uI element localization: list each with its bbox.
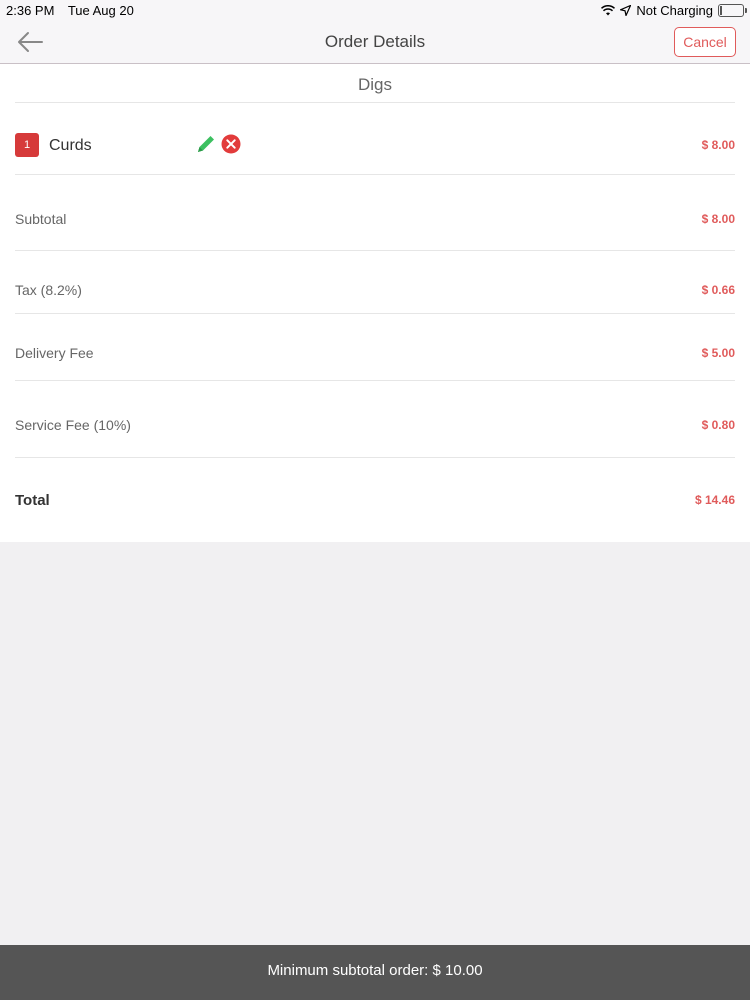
status-bar: 2:36 PM Tue Aug 20 Not Charging bbox=[0, 0, 750, 22]
tax-value: $ 0.66 bbox=[701, 283, 735, 297]
quantity-badge: 1 bbox=[15, 133, 39, 157]
item-name: Curds bbox=[49, 137, 92, 154]
delivery-fee-row: Delivery Fee $ 5.00 bbox=[15, 314, 735, 381]
cancel-button[interactable]: Cancel bbox=[674, 27, 736, 57]
subtotal-row: Subtotal $ 8.00 bbox=[15, 175, 735, 251]
battery-icon bbox=[718, 4, 747, 17]
charging-status: Not Charging bbox=[636, 3, 713, 18]
service-fee-value: $ 0.80 bbox=[701, 418, 735, 432]
delivery-fee-value: $ 5.00 bbox=[701, 346, 735, 360]
nav-bar: Order Details Cancel bbox=[0, 22, 750, 64]
status-date: Tue Aug 20 bbox=[67, 3, 134, 18]
total-value: $ 14.46 bbox=[694, 493, 735, 507]
minimum-order-banner: Minimum subtotal order: $ 10.00 bbox=[0, 945, 750, 1000]
tax-row: Tax (8.2%) $ 0.66 bbox=[15, 251, 735, 314]
service-fee-label: Service Fee (10%) bbox=[15, 417, 131, 433]
status-time: 2:36 PM bbox=[6, 3, 55, 18]
restaurant-name: Digs bbox=[15, 64, 735, 103]
tax-label: Tax (8.2%) bbox=[15, 282, 82, 298]
wifi-icon bbox=[601, 5, 616, 16]
page-title: Order Details bbox=[324, 32, 426, 51]
location-icon bbox=[620, 5, 632, 16]
service-fee-row: Service Fee (10%) $ 0.80 bbox=[15, 381, 735, 458]
remove-circle-icon[interactable] bbox=[221, 134, 241, 154]
status-left: 2:36 PM Tue Aug 20 bbox=[6, 3, 144, 18]
pencil-icon[interactable] bbox=[195, 133, 217, 155]
order-item-row: 1 Curds $ 8.00 bbox=[15, 103, 735, 175]
status-right: Not Charging bbox=[601, 3, 747, 18]
subtotal-label: Subtotal bbox=[15, 211, 67, 227]
delivery-fee-label: Delivery Fee bbox=[15, 345, 94, 361]
total-row: Total $ 14.46 bbox=[15, 458, 735, 542]
subtotal-value: $ 8.00 bbox=[701, 212, 735, 226]
item-price: $ 8.00 bbox=[701, 138, 735, 152]
order-details: Digs 1 Curds $ 8.00 Subtotal $ 8.00 Tax … bbox=[0, 64, 750, 542]
total-label: Total bbox=[15, 492, 50, 509]
